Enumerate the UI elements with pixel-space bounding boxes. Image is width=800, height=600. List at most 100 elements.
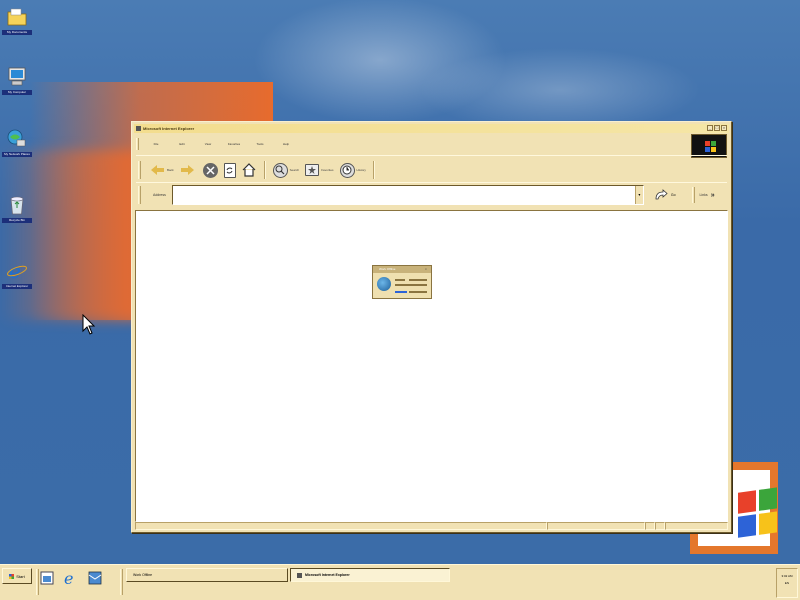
standard-toolbar: Back Search Favorites History xyxy=(138,159,678,181)
quicklaunch-internet-explorer[interactable]: e xyxy=(62,569,80,587)
ie-icon: e xyxy=(64,569,73,587)
desktop-icon-label: My Network Places xyxy=(2,152,32,157)
task-label: Microsoft Internet Explorer xyxy=(305,573,350,577)
menu-grip[interactable] xyxy=(136,138,139,150)
quicklaunch-show-desktop[interactable] xyxy=(38,569,56,587)
quicklaunch-outlook-express[interactable] xyxy=(86,569,104,587)
toolbar-grip[interactable] xyxy=(138,161,141,179)
address-separator xyxy=(136,182,727,183)
task-label: Work Offline xyxy=(133,573,153,577)
menu-favorites[interactable]: Favorites xyxy=(221,142,247,146)
back-button[interactable]: Back xyxy=(147,160,177,180)
dialog-text-line xyxy=(395,291,407,293)
desktop-icon-label: Recycle Bin xyxy=(2,218,32,223)
close-button[interactable]: × xyxy=(721,125,727,131)
back-label: Back xyxy=(167,168,174,172)
work-offline-close-icon[interactable]: × xyxy=(425,267,429,271)
start-button[interactable]: Start xyxy=(2,568,32,584)
task-area-grip[interactable] xyxy=(120,569,123,595)
links-toolbar[interactable]: Links » xyxy=(691,187,715,203)
show-desktop-icon xyxy=(40,571,54,585)
favorites-label: Favorites xyxy=(321,168,334,172)
clock[interactable]: 3:02 AM xyxy=(777,573,797,580)
address-grip[interactable] xyxy=(138,186,141,204)
links-label: Links xyxy=(699,193,708,197)
folder-icon xyxy=(7,8,27,26)
desktop-icon-label: Internet Explorer xyxy=(2,284,32,289)
dialog-text-line xyxy=(395,284,427,286)
status-panel xyxy=(645,522,655,530)
favorites-icon xyxy=(305,164,320,176)
search-label: Search xyxy=(289,168,300,172)
history-icon xyxy=(339,162,355,178)
stop-icon xyxy=(202,162,218,178)
window-titlebar[interactable]: Microsoft Internet Explorer _ □ × xyxy=(134,124,729,133)
desktop-icon-internet-explorer[interactable]: e Internet Explorer xyxy=(2,260,32,300)
desktop-icon-network-places[interactable]: My Network Places xyxy=(2,128,32,168)
globe-icon xyxy=(377,277,391,291)
forward-arrow-icon xyxy=(180,163,195,178)
svg-text:e: e xyxy=(64,569,73,587)
history-label: History xyxy=(356,168,366,172)
status-panel xyxy=(547,522,645,530)
recycle-bin-icon xyxy=(10,196,24,215)
refresh-icon xyxy=(223,162,236,178)
back-arrow-icon xyxy=(150,163,165,178)
desktop-icon-my-computer[interactable]: My Computer xyxy=(2,66,32,106)
svg-text:e: e xyxy=(9,260,21,282)
computer-icon xyxy=(8,67,26,86)
menu-help[interactable]: Help xyxy=(273,142,299,146)
ie-icon: e xyxy=(7,260,27,282)
menu-file[interactable]: File xyxy=(143,142,169,146)
address-bar: Address ▾ Go Links » xyxy=(138,184,728,206)
window-app-icon xyxy=(136,126,141,131)
dialog-text-line xyxy=(409,279,427,281)
windows-flag-icon xyxy=(9,573,15,579)
page-content[interactable]: Work Offline × xyxy=(135,210,728,522)
menu-bar: File Edit View Favorites Tools Help xyxy=(136,135,676,153)
minimize-button[interactable]: _ xyxy=(707,125,713,131)
menu-edit[interactable]: Edit xyxy=(169,142,195,146)
dialog-text-line xyxy=(395,279,405,281)
refresh-button[interactable] xyxy=(221,160,239,180)
address-dropdown-arrow-icon[interactable]: ▾ xyxy=(634,186,643,204)
links-chevron-icon[interactable]: » xyxy=(711,192,715,199)
status-panel-zone xyxy=(665,522,728,530)
system-tray[interactable]: 3:02 AM EN xyxy=(776,568,798,598)
search-button[interactable]: Search xyxy=(270,160,303,180)
status-panel xyxy=(655,522,665,530)
favorites-button[interactable]: Favorites xyxy=(302,160,336,180)
window-title: Microsoft Internet Explorer xyxy=(143,126,195,131)
network-icon xyxy=(7,129,26,147)
dialog-text-line xyxy=(409,291,427,293)
forward-button[interactable] xyxy=(177,160,200,180)
ie-window: Microsoft Internet Explorer _ □ × File E… xyxy=(131,121,732,533)
task-button-work-offline[interactable]: Work Offline xyxy=(126,568,288,582)
desktop-icon-label: My Documents xyxy=(2,30,32,35)
work-offline-dialog[interactable]: Work Offline × xyxy=(372,265,432,299)
go-arrow-icon xyxy=(655,189,668,200)
history-button[interactable]: History xyxy=(337,160,369,180)
status-bar xyxy=(135,522,728,530)
go-label: Go xyxy=(670,193,676,197)
address-input[interactable]: ▾ xyxy=(171,185,644,205)
menu-view[interactable]: View xyxy=(195,142,221,146)
task-button-internet-explorer[interactable]: Microsoft Internet Explorer xyxy=(290,568,450,582)
menu-tools[interactable]: Tools xyxy=(247,142,273,146)
toolbar-divider xyxy=(372,161,375,179)
desktop-icon-recycle-bin[interactable]: Recycle Bin xyxy=(2,194,32,234)
tray-extra: EN xyxy=(784,581,790,585)
windows-flag-icon xyxy=(705,141,716,152)
desktop-icon-label: My Computer xyxy=(2,90,32,95)
ie-small-icon xyxy=(297,572,302,578)
desktop-icon-my-documents[interactable]: My Documents xyxy=(2,6,32,46)
toolbar-divider xyxy=(263,161,266,179)
links-grip[interactable] xyxy=(691,187,695,203)
go-button[interactable]: Go xyxy=(654,189,676,201)
start-label: Start xyxy=(16,573,25,579)
home-button[interactable] xyxy=(239,160,260,180)
quick-launch: e xyxy=(38,569,104,587)
maximize-button[interactable]: □ xyxy=(714,125,720,131)
address-label: Address xyxy=(153,193,166,197)
stop-button[interactable] xyxy=(200,160,221,180)
